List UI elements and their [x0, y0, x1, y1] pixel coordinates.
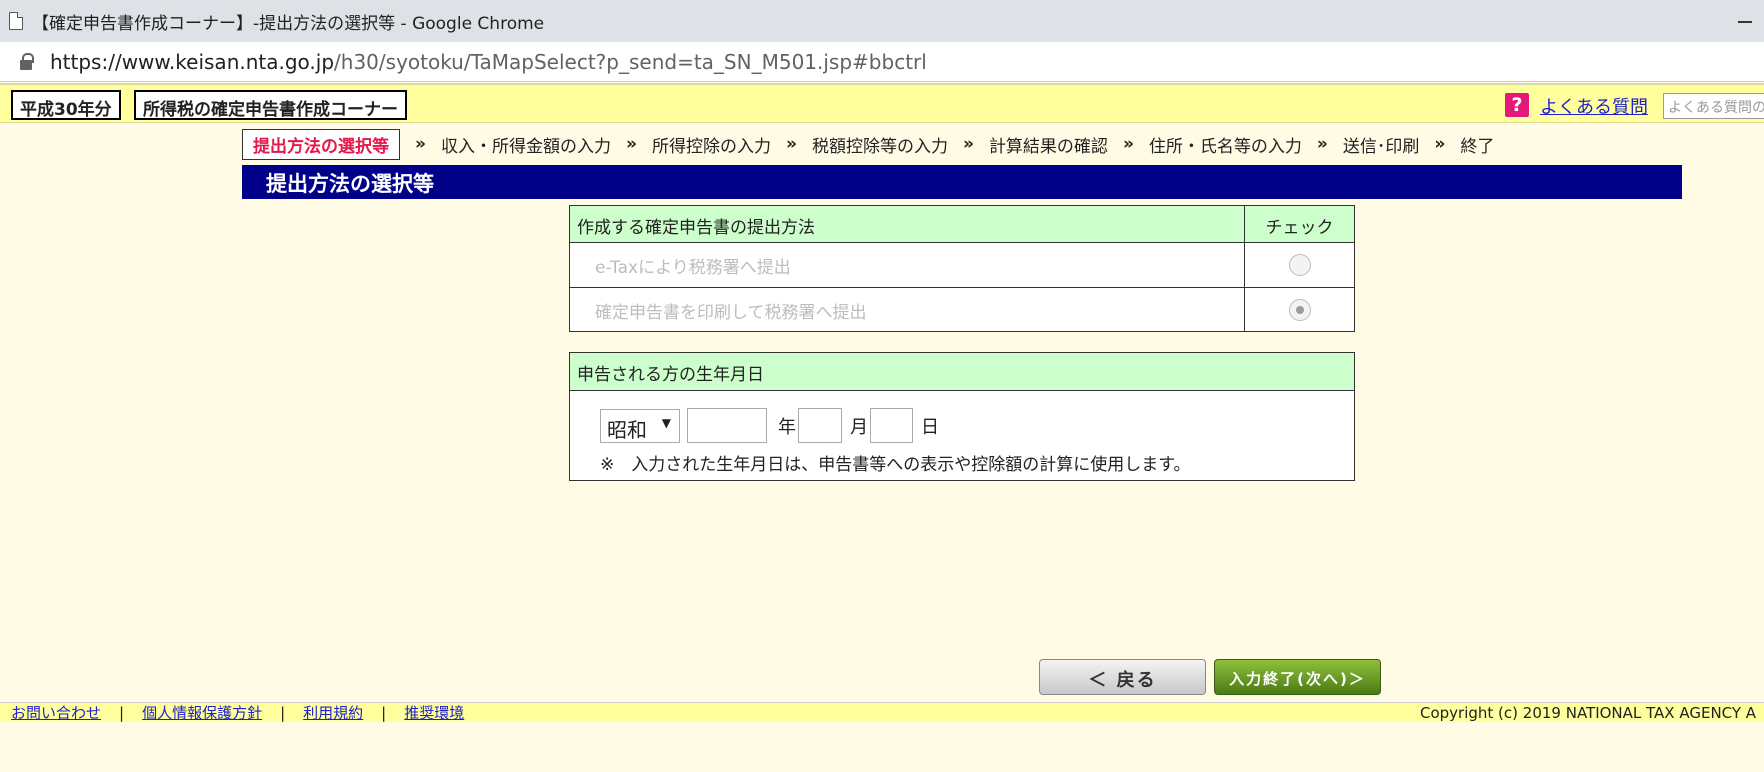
birth-month-input[interactable] [798, 408, 842, 443]
faq-search-input[interactable]: よくある質問の検 [1663, 93, 1764, 119]
method-header: 作成する確定申告書の提出方法 [577, 218, 815, 238]
step-separator: » [785, 134, 797, 154]
footer-separator: | [381, 703, 387, 722]
step-navigation: 提出方法の選択等 » 収入・所得金額の入力 » 所得控除の入力 » 税額控除等の… [242, 128, 1495, 160]
etax-option-label: e-Taxにより税務署へ提出 [595, 258, 791, 278]
submission-method-table: 作成する確定申告書の提出方法 チェック e-Taxにより税務署へ提出 確定申告書… [569, 205, 1355, 332]
terms-link[interactable]: 利用規約 [303, 702, 363, 723]
birthdate-panel: 申告される方の生年月日 昭和 ▼ 年 月 日 ※ 入力された生年月日は、申告書等… [569, 352, 1355, 481]
era-select[interactable]: 昭和 ▼ [600, 408, 680, 443]
site-header: 平成30年分 所得税の確定申告書作成コーナー ? よくある質問 よくある質問の検 [0, 83, 1764, 123]
step-separator: » [1316, 134, 1328, 154]
back-button[interactable]: ＜ 戻る [1039, 659, 1206, 695]
footer-separator: | [280, 703, 286, 722]
lock-icon[interactable] [20, 52, 34, 70]
next-button[interactable]: 入力終了(次へ)＞ [1214, 659, 1381, 695]
contact-link[interactable]: お問い合わせ [11, 702, 101, 723]
step-send-print: 送信･印刷 [1342, 136, 1420, 157]
footer-separator: | [119, 703, 125, 722]
step-tax-credits: 税額控除等の入力 [811, 136, 948, 157]
step-separator: » [1434, 134, 1446, 154]
browser-title-bar: 【確定申告書作成コーナー】-提出方法の選択等 - Google Chrome [0, 0, 1764, 42]
copyright: Copyright (c) 2019 NATIONAL TAX AGENCY A [1420, 704, 1757, 722]
step-address: 住所・氏名等の入力 [1148, 136, 1302, 157]
dropdown-arrow-icon: ▼ [661, 415, 671, 430]
step-separator: » [962, 134, 974, 154]
step-current: 提出方法の選択等 [242, 128, 400, 160]
page-document-icon [9, 12, 23, 30]
table-row: 確定申告書を印刷して税務署へ提出 [570, 287, 1354, 331]
window-title: 【確定申告書作成コーナー】-提出方法の選択等 - Google Chrome [32, 13, 545, 34]
print-option-label: 確定申告書を印刷して税務署へ提出 [595, 303, 867, 323]
birth-year-input[interactable] [687, 408, 767, 443]
step-results: 計算結果の確認 [988, 136, 1108, 157]
tax-year-label: 平成30年分 [11, 90, 121, 120]
step-separator: » [1122, 134, 1134, 154]
year-unit-label: 年 [778, 416, 796, 438]
day-unit-label: 日 [921, 416, 939, 438]
question-icon[interactable]: ? [1505, 93, 1529, 117]
month-unit-label: 月 [850, 416, 868, 438]
step-separator: » [625, 134, 637, 154]
table-header: 作成する確定申告書の提出方法 チェック [570, 206, 1354, 243]
birthdate-fields: 昭和 ▼ 年 月 日 [600, 408, 939, 443]
birthdate-header: 申告される方の生年月日 [577, 365, 764, 385]
birth-day-input[interactable] [870, 408, 913, 443]
minimize-icon[interactable] [1734, 10, 1756, 30]
check-header: チェック [1244, 206, 1354, 242]
url-text[interactable]: https://www.keisan.nta.go.jp/h30/syotoku… [50, 50, 927, 74]
site-footer: お問い合わせ | 個人情報保護方針 | 利用規約 | 推奨環境 Copyrigh… [0, 702, 1764, 722]
era-value: 昭和 [607, 417, 647, 442]
print-radio[interactable] [1288, 298, 1311, 321]
table-row: e-Taxにより税務署へ提出 [570, 243, 1354, 287]
birthdate-header-row: 申告される方の生年月日 [570, 353, 1354, 391]
section-title: 提出方法の選択等 [242, 165, 1682, 199]
step-finish: 終了 [1460, 136, 1495, 157]
corner-title: 所得税の確定申告書作成コーナー [134, 90, 407, 120]
faq-link[interactable]: よくある質問 [1540, 93, 1648, 119]
recommended-env-link[interactable]: 推奨環境 [404, 702, 464, 723]
privacy-policy-link[interactable]: 個人情報保護方針 [142, 702, 262, 723]
etax-radio[interactable] [1288, 254, 1311, 276]
step-income: 収入・所得金額の入力 [440, 136, 611, 157]
step-deductions: 所得控除の入力 [651, 136, 771, 157]
birthdate-note: ※ 入力された生年月日は、申告書等への表示や控除額の計算に使用します。 [600, 455, 1191, 475]
step-separator: » [415, 134, 426, 154]
address-bar[interactable]: https://www.keisan.nta.go.jp/h30/syotoku… [0, 42, 1764, 82]
